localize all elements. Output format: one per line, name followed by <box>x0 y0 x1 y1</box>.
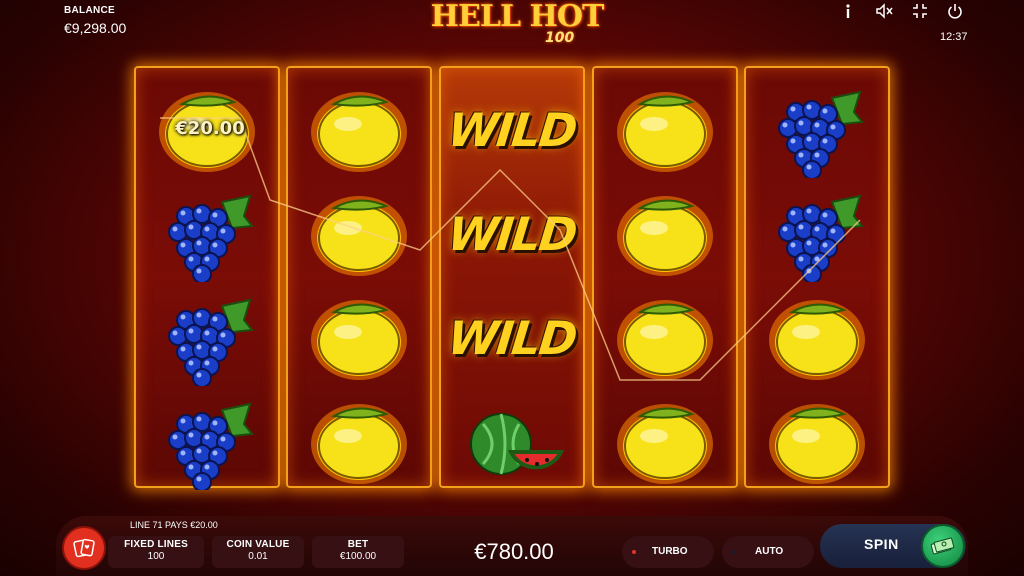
bet-selector[interactable]: BET €100.00 <box>312 536 404 568</box>
fixed-lines-display: FIXED LINES 100 <box>108 536 204 568</box>
power-icon[interactable] <box>943 3 967 23</box>
watermelon-icon <box>470 413 565 475</box>
lemon-symbol <box>288 390 430 494</box>
wild-symbol: WILD <box>441 182 583 286</box>
wild-symbol: WILD <box>441 286 583 390</box>
reel-3: WILD WILD WILD <box>439 66 585 488</box>
wild-label: WILD <box>445 103 579 157</box>
wild-label: WILD <box>445 311 579 365</box>
lemon-icon <box>769 300 865 380</box>
lemon-symbol <box>594 78 736 182</box>
coin-value-label: COIN VALUE <box>226 539 290 550</box>
bet-value: €100.00 <box>339 551 377 562</box>
info-icon[interactable] <box>836 3 860 23</box>
lemon-symbol <box>288 182 430 286</box>
reel-4 <box>592 66 738 488</box>
logo-subtitle: 100 <box>545 30 575 46</box>
lemon-icon <box>617 196 713 276</box>
fullscreen-icon[interactable] <box>908 3 932 23</box>
lemon-icon <box>311 196 407 276</box>
auto-toggle[interactable]: AUTO <box>722 536 814 568</box>
logo-title: HELL HOT <box>430 0 605 34</box>
grapes-symbol <box>746 182 888 286</box>
lemon-symbol <box>288 78 430 182</box>
lemon-icon <box>617 404 713 484</box>
wild-symbol: WILD <box>441 78 583 182</box>
spin-button[interactable] <box>921 524 965 568</box>
auto-label: AUTO <box>755 546 784 557</box>
grapes-symbol <box>136 286 278 390</box>
lemon-symbol <box>594 390 736 494</box>
balance-value: €9,298.00 <box>64 20 127 36</box>
lemon-symbol <box>746 390 888 494</box>
lemon-icon <box>617 92 713 172</box>
top-bar: BALANCE €9,298.00 HELL HOT 100 12:37 <box>0 0 1024 56</box>
turbo-indicator <box>632 550 636 554</box>
grapes-icon <box>168 194 254 282</box>
lemon-symbol <box>746 286 888 390</box>
grapes-icon <box>168 402 254 490</box>
grapes-symbol <box>136 390 278 494</box>
lemon-symbol <box>594 182 736 286</box>
sound-off-icon[interactable] <box>872 3 896 23</box>
lemon-icon <box>617 300 713 380</box>
line-win-info: LINE 71 PAYS €20.00 <box>130 520 218 530</box>
turbo-label: TURBO <box>652 546 688 557</box>
auto-indicator <box>732 550 736 554</box>
grapes-symbol <box>746 78 888 182</box>
reel-2 <box>286 66 432 488</box>
wild-label: WILD <box>445 207 579 261</box>
lemon-icon <box>769 404 865 484</box>
spin-label[interactable]: SPIN <box>864 536 899 552</box>
reel-5 <box>744 66 890 488</box>
bet-label: BET <box>347 539 369 550</box>
lemon-icon <box>311 92 407 172</box>
clock: 12:37 <box>940 31 968 43</box>
grapes-symbol <box>136 182 278 286</box>
grapes-icon <box>778 194 864 282</box>
total-bet-display: €780.00 <box>474 539 554 564</box>
lemon-symbol <box>288 286 430 390</box>
win-amount: €20.00 <box>175 118 245 139</box>
grapes-icon <box>778 90 864 178</box>
coin-value-selector[interactable]: COIN VALUE 0.01 <box>212 536 304 568</box>
balance-label: BALANCE <box>64 5 115 16</box>
lemon-icon <box>311 404 407 484</box>
lemon-symbol <box>594 286 736 390</box>
turbo-toggle[interactable]: TURBO <box>622 536 714 568</box>
coin-value-value: 0.01 <box>248 551 268 562</box>
grapes-icon <box>168 298 254 386</box>
cards-icon <box>73 538 95 558</box>
paytable-button[interactable] <box>62 526 106 570</box>
watermelon-symbol <box>441 390 583 494</box>
game-logo: HELL HOT 100 <box>427 0 607 50</box>
lemon-icon <box>311 300 407 380</box>
fixed-lines-value: 100 <box>147 551 165 562</box>
fixed-lines-label: FIXED LINES <box>124 539 188 550</box>
cash-stack-icon <box>930 537 955 555</box>
